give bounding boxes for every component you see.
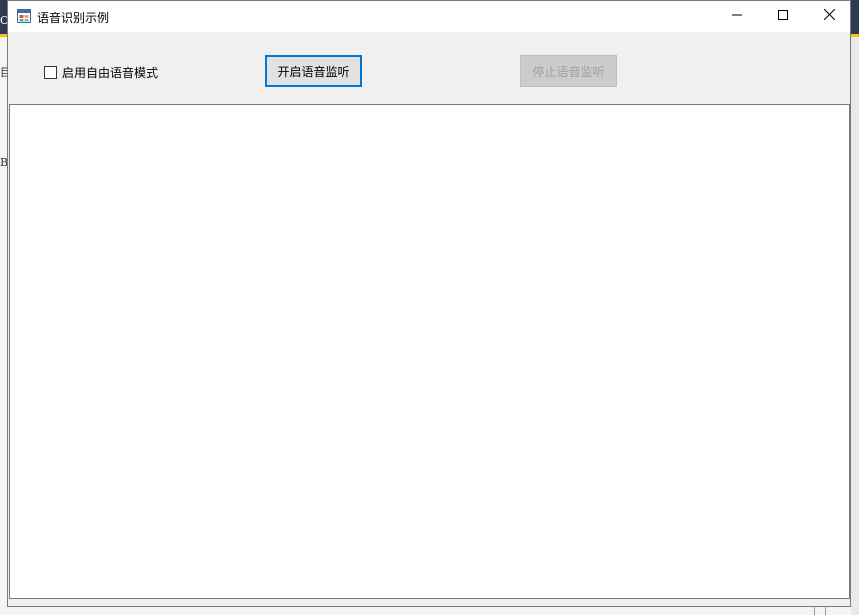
background-resize-grip[interactable] (814, 606, 826, 615)
start-listening-button[interactable]: 开启语音监听 (265, 55, 362, 87)
minimize-button[interactable] (714, 1, 760, 31)
minimize-icon (732, 9, 742, 23)
close-icon (823, 8, 835, 23)
background-side-panel (851, 37, 859, 615)
maximize-icon (778, 9, 788, 23)
window-title: 语音识别示例 (37, 11, 110, 25)
control-panel: 启用自由语音模式 开启语音监听 停止语音监听 (8, 32, 850, 104)
recognition-output-textbox[interactable] (9, 104, 850, 599)
checkbox-box[interactable] (44, 66, 57, 79)
free-speech-mode-checkbox[interactable]: 启用自由语音模式 (44, 64, 158, 81)
maximize-button[interactable] (760, 1, 806, 31)
speech-recognition-window: 语音识别示例 启用自由语音模式 开启语音监听 停止语音监听 (7, 0, 851, 607)
close-button[interactable] (806, 1, 852, 31)
stop-listening-button[interactable]: 停止语音监听 (520, 55, 617, 87)
title-bar[interactable]: 语音识别示例 (8, 1, 850, 32)
app-form-icon (17, 9, 31, 23)
free-speech-mode-label[interactable]: 启用自由语音模式 (62, 64, 158, 81)
window-bottom-edge (8, 599, 850, 606)
